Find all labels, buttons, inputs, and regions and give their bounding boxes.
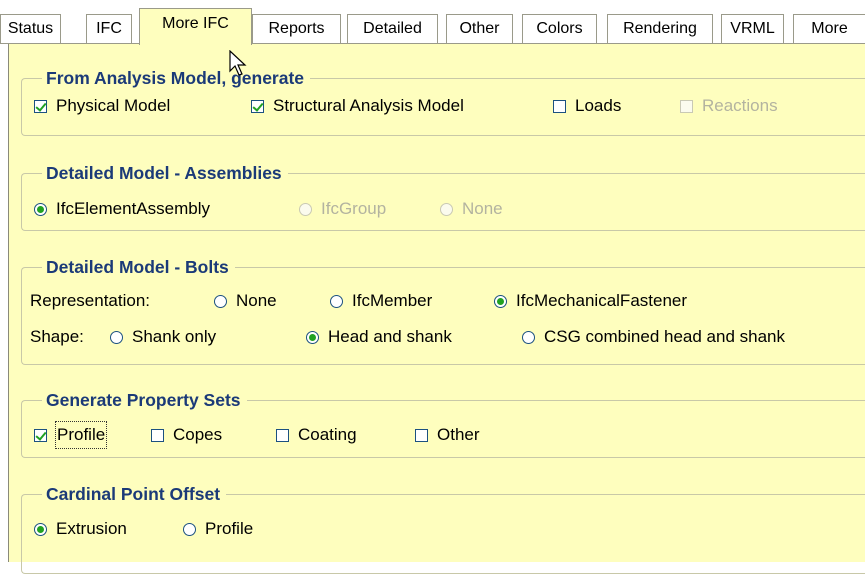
representation-none-label: None <box>236 291 277 310</box>
tab-more-ifc[interactable]: More IFC <box>139 8 252 45</box>
analysis-model-group-title: From Analysis Model, generate <box>42 66 311 90</box>
radio-selected-icon <box>34 522 47 536</box>
more-ifc-panel: From Analysis Model, generate Physical M… <box>8 44 865 574</box>
representation-label: Representation: <box>30 291 151 310</box>
tab-detailed[interactable]: Detailed <box>347 14 438 43</box>
analysis-options-row: Physical Model Structural Analysis Model… <box>34 93 865 119</box>
profile-pset-label: Profile <box>54 421 108 449</box>
cardinal-profile-radio[interactable]: Profile <box>183 516 253 542</box>
ifc-element-assembly-label: IfcElementAssembly <box>56 199 210 218</box>
radio-unselected-icon <box>330 294 343 308</box>
shape-head-and-shank-label: Head and shank <box>328 327 452 346</box>
property-sets-options-row: Profile Copes Coating Other <box>34 421 865 449</box>
ifc-element-assembly-radio[interactable]: IfcElementAssembly <box>34 196 210 222</box>
extrusion-radio[interactable]: Extrusion <box>34 516 127 542</box>
tab-bar: Status IFC More IFC Reports Detailed Oth… <box>0 0 865 45</box>
coating-pset-label: Coating <box>298 425 357 444</box>
reactions-checkbox: Reactions <box>680 93 778 119</box>
copes-pset-label: Copes <box>173 425 223 444</box>
physical-model-checkbox[interactable]: Physical Model <box>34 93 170 119</box>
radio-selected-icon <box>306 330 319 344</box>
checkbox-checked-icon <box>34 99 47 113</box>
tab-colors[interactable]: Colors <box>522 14 597 43</box>
profile-pset-checkbox[interactable]: Profile <box>34 421 108 449</box>
other-pset-label: Other <box>437 425 480 444</box>
tab-reports[interactable]: Reports <box>252 14 341 43</box>
ifc-group-label: IfcGroup <box>321 199 387 218</box>
cardinal-point-group-title: Cardinal Point Offset <box>42 482 227 506</box>
checkbox-checked-icon <box>251 99 264 113</box>
bolts-group: Detailed Model - Bolts Representation: N… <box>21 255 865 365</box>
extrusion-label: Extrusion <box>56 519 127 538</box>
shape-csg-combined-radio[interactable]: CSG combined head and shank <box>522 324 785 350</box>
mouse-cursor-icon <box>229 50 247 76</box>
tab-status[interactable]: Status <box>0 14 61 43</box>
shape-csg-combined-label: CSG combined head and shank <box>544 327 785 346</box>
checkbox-unchecked-icon <box>151 428 164 442</box>
checkbox-unchecked-icon <box>415 428 428 442</box>
ifc-group-radio: IfcGroup <box>299 196 386 222</box>
property-sets-group-title: Generate Property Sets <box>42 388 247 412</box>
checkbox-unchecked-icon <box>276 428 289 442</box>
assemblies-group-title: Detailed Model - Assemblies <box>42 161 288 185</box>
radio-selected-icon <box>494 294 507 308</box>
tab-more[interactable]: More <box>793 14 865 43</box>
representation-mechanical-fastener-label: IfcMechanicalFastener <box>516 291 688 310</box>
cardinal-options-row: Extrusion Profile <box>34 516 865 542</box>
shape-label: Shape: <box>30 327 84 346</box>
radio-unselected-icon <box>214 294 227 308</box>
property-sets-group: Generate Property Sets Profile Copes Coa… <box>21 388 865 458</box>
representation-mechanical-fastener-radio[interactable]: IfcMechanicalFastener <box>494 288 687 314</box>
bolt-representation-row: Representation: None IfcMember IfcMechan… <box>30 288 865 314</box>
shape-shank-only-label: Shank only <box>132 327 217 346</box>
tab-ifc[interactable]: IFC <box>86 14 132 43</box>
checkbox-unchecked-icon <box>553 99 566 113</box>
radio-selected-icon <box>34 202 47 216</box>
reactions-label: Reactions <box>702 96 778 115</box>
copes-pset-checkbox[interactable]: Copes <box>151 422 222 448</box>
assemblies-group: Detailed Model - Assemblies IfcElementAs… <box>21 161 865 231</box>
shape-head-and-shank-radio[interactable]: Head and shank <box>306 324 452 350</box>
assemblies-options-row: IfcElementAssembly IfcGroup None <box>34 196 865 222</box>
physical-model-label: Physical Model <box>56 96 171 115</box>
shape-shank-only-radio[interactable]: Shank only <box>110 324 216 350</box>
none-assembly-radio: None <box>440 196 503 222</box>
radio-unselected-icon <box>522 330 535 344</box>
representation-none-radio[interactable]: None <box>214 288 277 314</box>
representation-ifcmember-radio[interactable]: IfcMember <box>330 288 432 314</box>
other-pset-checkbox[interactable]: Other <box>415 422 480 448</box>
bolts-group-title: Detailed Model - Bolts <box>42 255 235 279</box>
radio-unselected-icon <box>110 330 123 344</box>
analysis-model-group: From Analysis Model, generate Physical M… <box>21 66 865 136</box>
radio-disabled-icon <box>299 202 312 216</box>
structural-analysis-model-label: Structural Analysis Model <box>273 96 464 115</box>
loads-label: Loads <box>575 96 622 115</box>
bolt-shape-row: Shape: Shank only Head and shank CSG com… <box>30 324 865 350</box>
structural-analysis-model-checkbox[interactable]: Structural Analysis Model <box>251 93 464 119</box>
checkbox-disabled-icon <box>680 99 693 113</box>
none-assembly-label: None <box>462 199 503 218</box>
radio-disabled-icon <box>440 202 453 216</box>
cardinal-point-group: Cardinal Point Offset Extrusion Profile <box>21 482 865 574</box>
checkbox-checked-icon <box>34 428 47 442</box>
coating-pset-checkbox[interactable]: Coating <box>276 422 357 448</box>
tab-other[interactable]: Other <box>446 14 513 43</box>
tab-vrml[interactable]: VRML <box>721 14 784 43</box>
representation-ifcmember-label: IfcMember <box>352 291 433 310</box>
tab-rendering[interactable]: Rendering <box>607 14 713 43</box>
radio-unselected-icon <box>183 522 196 536</box>
cardinal-profile-label: Profile <box>205 519 254 538</box>
loads-checkbox[interactable]: Loads <box>553 93 621 119</box>
